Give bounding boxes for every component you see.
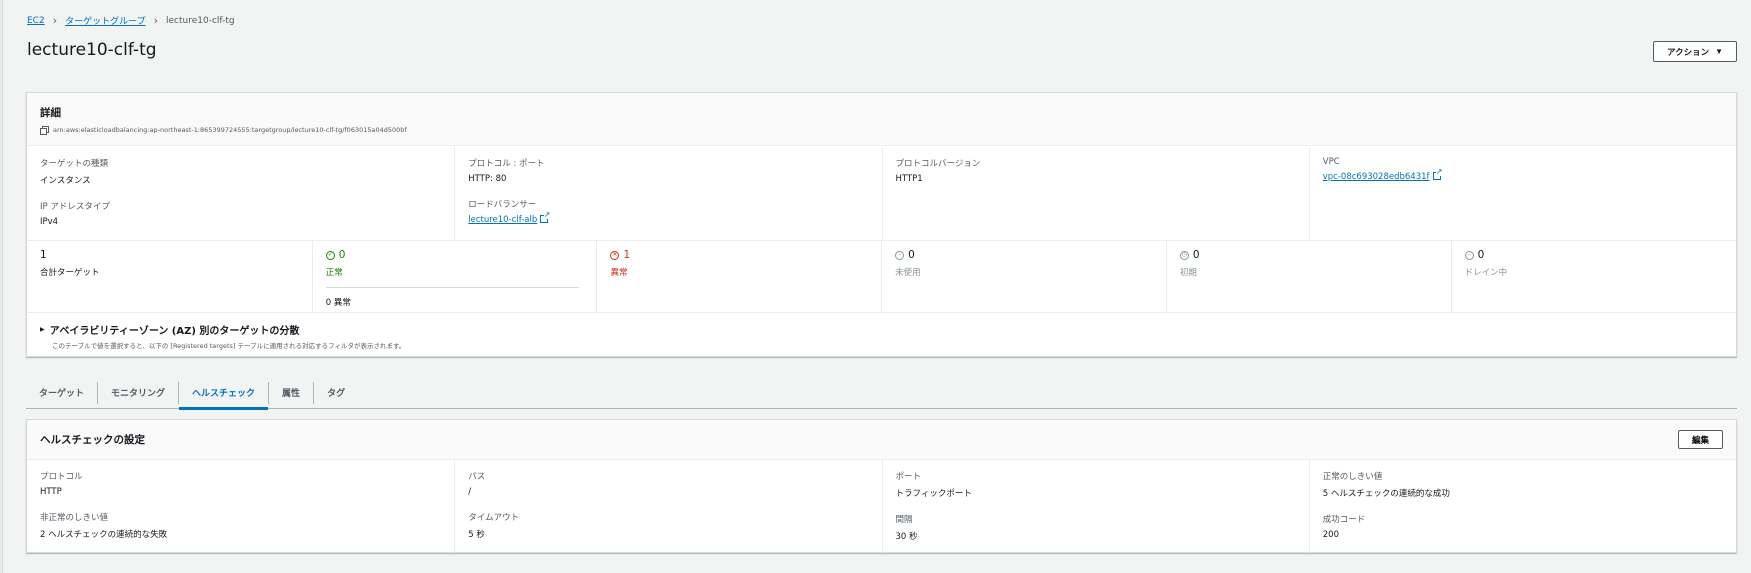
healthy-sub: 0 異常 [325,298,351,308]
hc-path-label: パス [468,472,486,482]
draining-count: 0 [1477,249,1485,261]
healthy-label: 正常 [325,268,343,278]
details-col-1: ターゲットの種類 インスタンス IP アドレスタイプ IPv4 [27,147,454,240]
details-title: 詳細 [40,107,61,119]
count-healthy[interactable]: ✓ 0 正常 0 異常 [311,241,597,312]
copy-icon[interactable] [40,126,49,135]
hc-timeout-value: 5 秒 [468,530,485,540]
tab-health-checks[interactable]: ヘルスチェック [178,381,269,410]
clock-circle-icon: ◷ [1179,250,1189,260]
breadcrumb-target-groups[interactable]: ターゲットグループ [65,14,145,27]
health-check-panel: ヘルスチェックの設定 編集 プロトコル HTTP 非正常のしきい値 2 ヘルスチェッ… [26,419,1737,553]
healthy-count: 0 [338,249,346,261]
protocol-port-label: プロトコル : ポート [468,159,545,169]
hc-port-label: ポート [895,472,922,482]
actions-button-label: アクション [1667,46,1710,57]
hc-healthy-threshold-value: 5 ヘルスチェックの連続的な成功 [1322,489,1450,499]
x-circle-icon: ✕ [610,250,620,260]
hc-col-2: パス / タイムアウト 5 秒 [454,460,881,553]
details-header: 詳細 arn:aws:elasticloadbalancing:ap-north… [27,93,1736,146]
hc-col-1: プロトコル HTTP 非正常のしきい値 2 ヘルスチェックの連続的な失敗 [27,460,454,553]
load-balancer-label: ロードバランサー [468,200,537,210]
unhealthy-count: 1 [623,249,631,261]
ip-type-label: IP アドレスタイプ [40,202,110,212]
az-description: このテーブルで値を選択すると、以下の [Registered targets] … [52,342,406,350]
details-col-3: プロトコルバージョン HTTP1 [881,147,1309,240]
unused-count: 0 [908,249,915,261]
ip-type-value: IPv4 [40,217,59,227]
count-unhealthy[interactable]: ✕ 1 異常 [596,241,881,312]
health-check-title: ヘルスチェックの設定 [40,434,145,446]
tab-bar: ターゲット モニタリング ヘルスチェック 属性 タグ [26,377,1737,410]
draining-label: ドレイン中 [1464,268,1508,278]
hc-col-3: ポートトラフィックポート 間隔 30 秒 [881,460,1309,553]
tab-monitoring[interactable]: モニタリング [97,381,178,404]
divider [325,287,579,288]
vpc-label: VPC [1322,157,1340,167]
hc-success-codes-label: 成功コード [1322,515,1366,525]
details-columns: ターゲットの種類 インスタンス IP アドレスタイプ IPv4 プロトコル : ポー… [27,147,1736,240]
details-col-2: プロトコル : ポート HTTP: 80 ロードバランサー lecture10-c… [454,147,881,240]
breadcrumb-ec2[interactable]: EC2 [27,16,45,26]
initial-count: 0 [1192,249,1200,261]
caret-down-icon: ▼ [1715,47,1723,56]
hc-interval-value: 30 秒 [895,532,918,542]
hc-path-value: / [468,487,472,497]
initial-label: 初期 [1179,268,1197,278]
count-total: 1 合計ターゲット [27,241,312,312]
actions-button[interactable]: アクション ▼ [1653,41,1737,62]
vpc-link[interactable]: vpc-08c693028edb6431f [1323,172,1430,182]
protocol-version-value: HTTP1 [895,174,923,184]
az-distribution-section: ▶ アベイラビリティーゾーン (AZ) 別のターゲットの分散 このテーブルで値を… [27,312,1736,357]
triangle-right-icon: ▶ [40,326,45,333]
page-title: lecture10-clf-tg [27,40,157,60]
total-label: 合計ターゲット [40,268,100,278]
external-link-icon [1432,168,1443,180]
count-initial[interactable]: ◷ 0 初期 [1165,241,1451,312]
breadcrumb-current: lecture10-clf-tg [165,15,235,26]
hc-interval-label: 間隔 [895,515,913,525]
hc-protocol-value: HTTP [40,487,62,497]
external-link-icon [540,211,551,223]
hc-timeout-label: タイムアウト [468,513,520,523]
target-type-label: ターゲットの種類 [40,159,109,169]
check-circle-icon: ✓ [325,250,335,260]
health-check-header: ヘルスチェックの設定 編集 [27,420,1736,460]
chevron-right-icon: › [52,14,58,27]
breadcrumb: EC2 › ターゲットグループ › lecture10-clf-tg [27,14,235,27]
hc-col-4: 正常のしきい値 5 ヘルスチェックの連続的な成功 成功コード 200 [1308,460,1736,553]
hc-port-value: トラフィックポート [895,489,972,499]
health-check-columns: プロトコル HTTP 非正常のしきい値 2 ヘルスチェックの連続的な失敗 パス / タ… [27,460,1736,553]
dash-circle-icon: – [1464,250,1474,260]
protocol-port-value: HTTP: 80 [468,174,507,184]
chevron-right-icon: › [153,14,158,27]
count-unused[interactable]: –0 未使用 [881,241,1166,312]
az-title: アベイラビリティーゾーン (AZ) 別のターゲットの分散 [49,326,300,337]
tab-targets[interactable]: ターゲット [26,382,97,404]
edit-button[interactable]: 編集 [1678,430,1723,449]
hc-unhealthy-threshold-label: 非正常のしきい値 [40,513,109,523]
details-col-4: VPC vpc-08c693028edb6431f [1308,147,1736,240]
dash-circle-icon: – [895,250,905,260]
hc-healthy-threshold-label: 正常のしきい値 [1322,472,1383,482]
az-toggle[interactable]: ▶ アベイラビリティーゾーン (AZ) 別のターゲットの分散 [40,322,1723,337]
target-counts: 1 合計ターゲット ✓ 0 正常 0 異常 ✕ 1 異常 –0 未使用 ◷ 0 初期 … [27,240,1736,312]
hc-success-codes-value: 200 [1322,530,1339,540]
hc-unhealthy-threshold-value: 2 ヘルスチェックの連続的な失敗 [40,530,168,540]
left-nav-edge [0,0,3,573]
unused-label: 未使用 [895,268,921,278]
tab-attributes[interactable]: 属性 [268,381,313,404]
details-panel: 詳細 arn:aws:elasticloadbalancing:ap-north… [26,92,1737,357]
total-count: 1 [40,249,47,261]
unhealthy-label: 異常 [610,268,628,278]
target-type-value: インスタンス [40,176,91,186]
protocol-version-label: プロトコルバージョン [895,159,981,169]
hc-protocol-label: プロトコル [40,472,83,482]
load-balancer-link[interactable]: lecture10-clf-alb [468,215,537,225]
arn-row: arn:aws:elasticloadbalancing:ap-northeas… [40,126,1723,135]
arn-value: arn:aws:elasticloadbalancing:ap-northeas… [53,126,407,134]
count-draining[interactable]: –0 ドレイン中 [1450,241,1736,312]
tab-tags[interactable]: タグ [313,381,358,404]
